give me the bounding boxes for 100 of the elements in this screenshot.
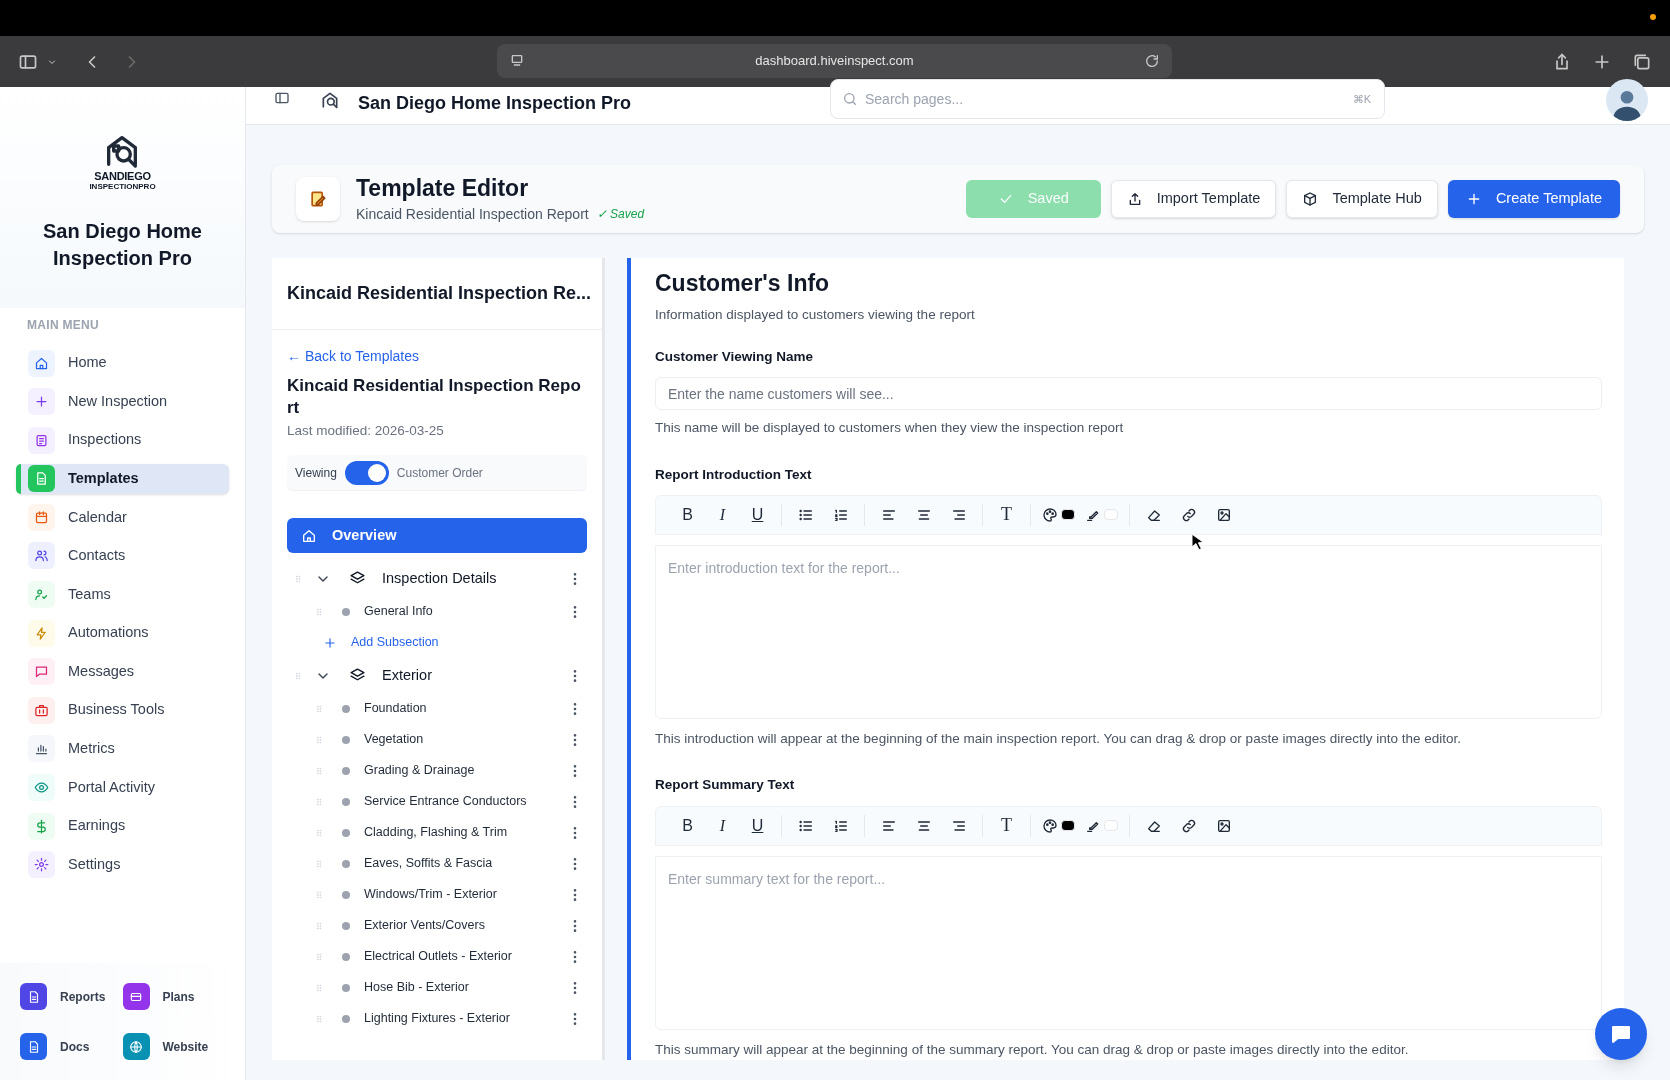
sidebar-item[interactable]: Business Tools xyxy=(16,695,229,726)
drag-handle-icon[interactable] xyxy=(314,1013,324,1024)
document-icon xyxy=(34,471,49,487)
subsection-row[interactable]: Foundation xyxy=(287,693,587,725)
drag-handle-icon[interactable] xyxy=(314,606,324,617)
template-hub-button[interactable]: Template Hub xyxy=(1286,180,1438,218)
shortcut-link[interactable]: Website xyxy=(122,1033,225,1060)
italic-button[interactable]: I xyxy=(705,810,740,841)
avatar[interactable] xyxy=(1606,79,1648,121)
field-label: Report Summary Text xyxy=(655,776,796,795)
cube-icon xyxy=(1302,191,1319,207)
create-template-button[interactable]: Create Template xyxy=(1447,180,1620,218)
subsection-row[interactable]: Cladding, Flashing & Trim xyxy=(287,817,587,849)
sidebar-item[interactable]: Messages xyxy=(16,656,229,687)
drag-handle-icon[interactable] xyxy=(314,734,324,745)
sidebar-item[interactable]: Templates xyxy=(16,463,229,494)
subsection-row[interactable]: Service Entrance Conductors xyxy=(287,786,587,818)
selection-indicator xyxy=(16,463,21,494)
globe-icon xyxy=(129,1039,143,1054)
drag-handle-icon[interactable] xyxy=(314,796,324,807)
back-link[interactable]: ← Back to Templates xyxy=(287,346,420,367)
section-row[interactable]: Inspection Details xyxy=(287,561,587,597)
dollar-icon xyxy=(34,818,49,834)
bold-button[interactable]: B xyxy=(670,810,705,841)
section-row[interactable]: Exterior xyxy=(287,658,587,694)
drag-handle-icon[interactable] xyxy=(314,982,324,993)
sidebar-item[interactable]: Portal Activity xyxy=(16,772,229,803)
shortcut-link[interactable]: Docs xyxy=(20,1033,123,1060)
drag-handle-icon[interactable] xyxy=(314,765,324,776)
saved-status: ✓ Saved xyxy=(596,206,645,223)
link-icon xyxy=(1180,817,1197,834)
italic-button[interactable]: I xyxy=(705,499,740,530)
add-subsection-link[interactable]: Add Subsection xyxy=(287,627,439,659)
drag-handle-icon[interactable] xyxy=(293,573,303,584)
name-input-field[interactable]: Enter the name customers will see... xyxy=(655,377,1602,411)
sidebar-item[interactable]: Contacts xyxy=(16,540,229,571)
page-title: Template Editor xyxy=(356,173,530,202)
people-icon xyxy=(34,548,49,564)
text-editor-field[interactable]: Enter introduction text for the report... xyxy=(655,545,1602,719)
sidebar-item[interactable]: Earnings xyxy=(16,811,229,842)
shortcut-link[interactable]: Plans xyxy=(122,983,225,1010)
home-icon xyxy=(34,355,49,371)
field-label: Report Introduction Text xyxy=(655,465,813,484)
house-magnifier-icon xyxy=(320,90,340,110)
sidebar-toggle-icon[interactable] xyxy=(274,90,290,106)
sidebar-item[interactable]: Calendar xyxy=(16,502,229,533)
logo-subtext: INSPECTIONPRO xyxy=(89,182,156,192)
text-editor-field[interactable]: Enter summary text for the report... xyxy=(655,855,1602,1030)
sidebar-item[interactable]: Metrics xyxy=(16,733,229,764)
underline-button[interactable]: U xyxy=(740,499,775,530)
subsection-row[interactable]: Grading & Drainage xyxy=(287,755,587,787)
toggle-label: Viewing xyxy=(295,464,337,482)
sidebar-item[interactable]: Automations xyxy=(16,618,229,649)
font-size-button[interactable]: T xyxy=(989,810,1024,841)
drag-handle-icon[interactable] xyxy=(314,889,324,900)
view-toggle[interactable] xyxy=(344,460,389,485)
subsection-row[interactable]: Exterior Vents/Covers xyxy=(287,910,587,942)
shortcut-link[interactable]: Reports xyxy=(20,983,123,1010)
drag-handle-icon[interactable] xyxy=(314,703,324,714)
reload-icon[interactable] xyxy=(1144,53,1160,69)
brand-name: San Diego Home Inspection Pro xyxy=(42,219,203,271)
overview-item[interactable]: Overview xyxy=(287,518,587,554)
subsection-row[interactable]: Vegetation xyxy=(287,724,587,756)
subsection-row[interactable]: General Info xyxy=(287,596,587,628)
sidebar-item[interactable]: Inspections xyxy=(16,425,229,456)
field-label: Customer Viewing Name xyxy=(655,347,815,366)
drag-handle-icon[interactable] xyxy=(293,670,303,681)
menu-section-label: MAIN MENU xyxy=(26,317,101,334)
section-title: Customer's Info xyxy=(655,269,831,298)
last-modified-text: Last modified: 2026-03-25 xyxy=(287,422,445,440)
calendar-icon xyxy=(34,509,49,525)
bold-button[interactable]: B xyxy=(670,499,705,530)
sidebar-item[interactable]: Settings xyxy=(16,849,229,880)
palette-icon xyxy=(1042,506,1058,523)
chat-icon xyxy=(34,664,49,680)
address-bar[interactable]: dashboard.hiveinspect.com xyxy=(497,44,1172,78)
help-text: This summary will appear at the beginning of the summary report. You can drag & drop or paste images directly into the editor. xyxy=(655,1040,1410,1059)
drag-handle-icon[interactable] xyxy=(314,920,324,931)
notepad-pencil-icon xyxy=(308,189,328,209)
search-icon xyxy=(842,91,858,107)
sidebar-item[interactable]: Home xyxy=(16,348,229,378)
drag-handle-icon[interactable] xyxy=(314,858,324,869)
import-template-button[interactable]: Import Template xyxy=(1110,180,1277,218)
subsection-row[interactable]: Eaves, Soffits & Fascia xyxy=(287,848,587,880)
sidebar-item[interactable]: New Inspection xyxy=(16,386,229,417)
url-text: dashboard.hiveinspect.com xyxy=(754,52,915,71)
palette-icon xyxy=(1042,817,1058,834)
subsection-row[interactable]: Windows/Trim - Exterior xyxy=(287,879,587,911)
drag-handle-icon[interactable] xyxy=(314,951,324,962)
underline-button[interactable]: U xyxy=(740,810,775,841)
chat-button[interactable] xyxy=(1595,1008,1647,1060)
briefcase-icon xyxy=(34,702,49,718)
eye-icon xyxy=(34,780,49,796)
home-icon xyxy=(301,527,317,544)
sidebar-item[interactable]: Teams xyxy=(16,579,229,610)
font-size-button[interactable]: T xyxy=(989,499,1024,530)
subsection-row[interactable]: Lighting Fixtures - Exterior xyxy=(287,1003,587,1035)
subsection-row[interactable]: Electrical Outlets - Exterior xyxy=(287,941,587,973)
subsection-row[interactable]: Hose Bib - Exterior xyxy=(287,972,587,1004)
drag-handle-icon[interactable] xyxy=(314,827,324,838)
